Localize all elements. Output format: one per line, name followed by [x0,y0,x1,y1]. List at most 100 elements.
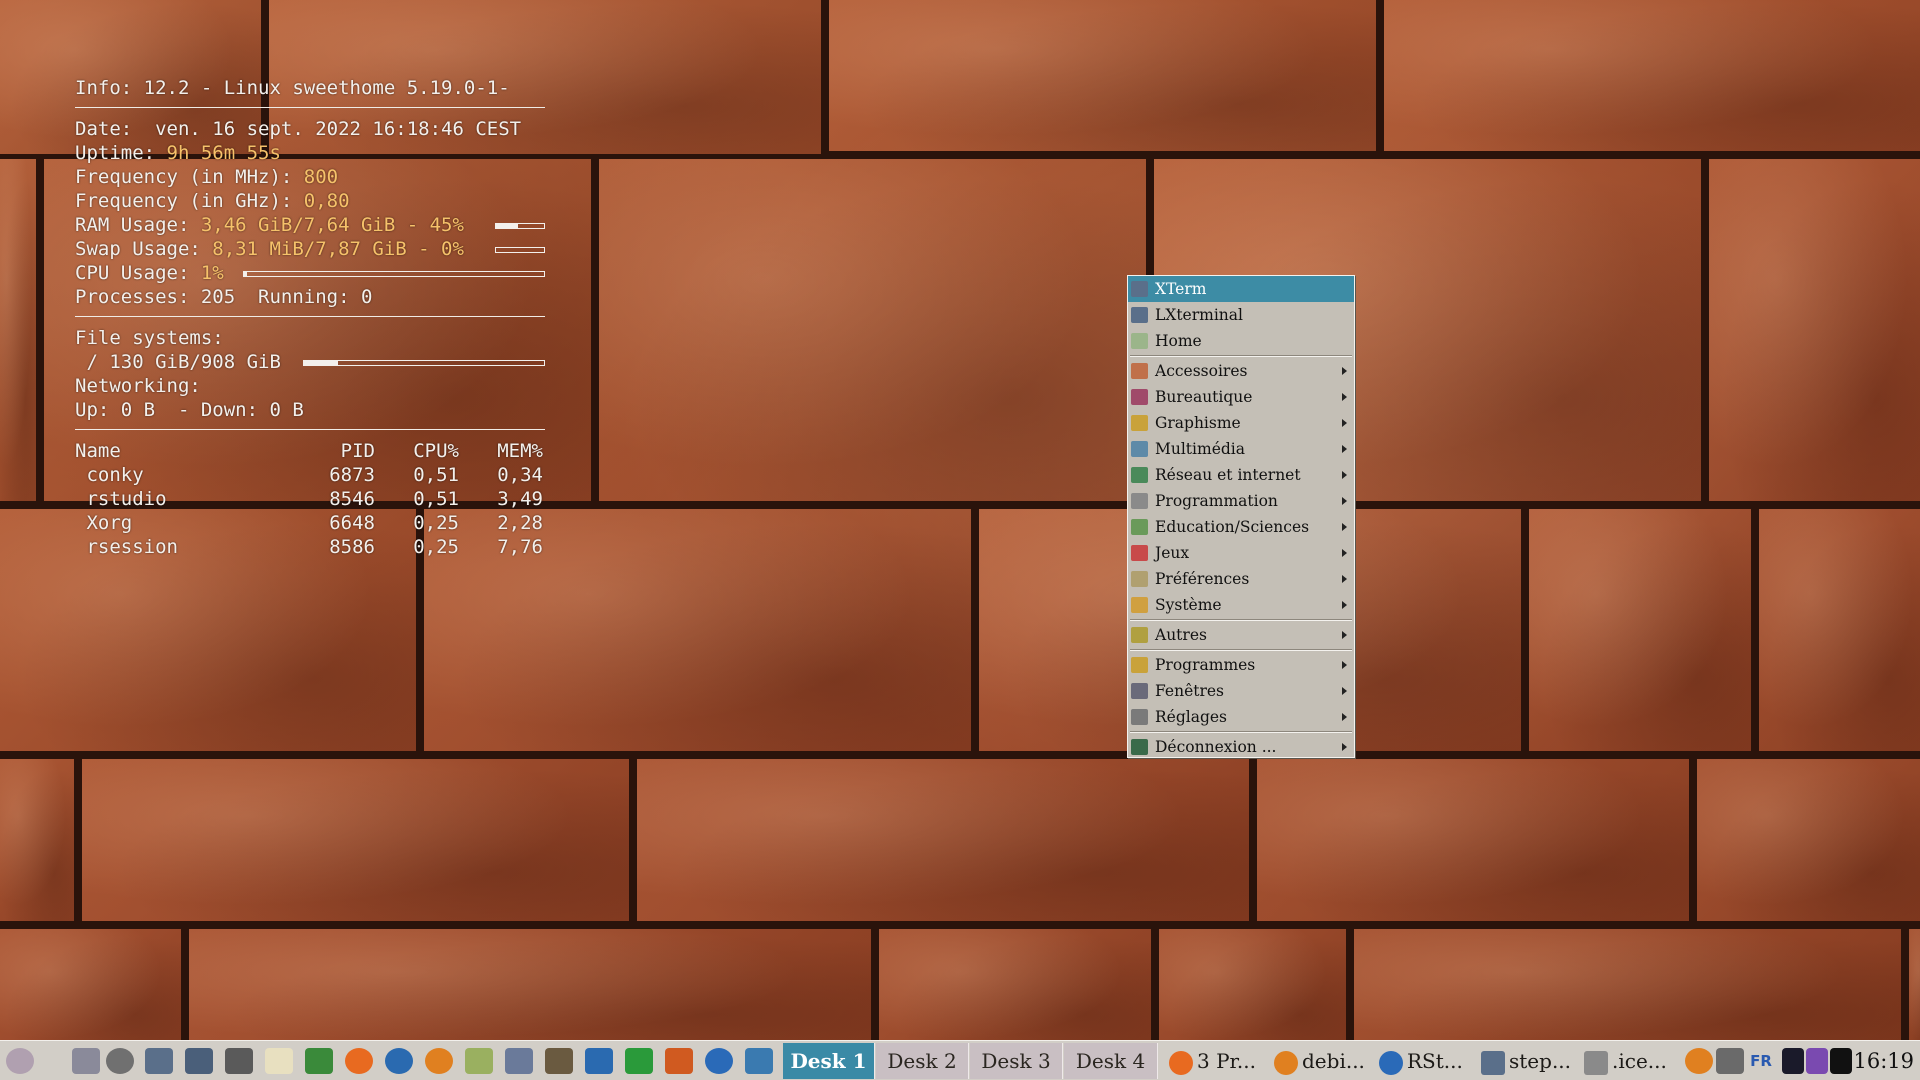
home-folder-icon [1131,333,1148,349]
memory-monitor-icon[interactable] [1806,1048,1828,1074]
calculator-icon[interactable] [225,1048,253,1074]
terminal-icon[interactable] [185,1048,213,1074]
notes-icon[interactable] [465,1048,493,1074]
menu-item-settings[interactable]: Réglages [1128,704,1354,730]
lifesaver-icon[interactable] [1685,1048,1713,1074]
task-button[interactable]: RSt... [1373,1043,1473,1079]
task-button[interactable]: .ice... [1578,1043,1673,1079]
menu-item-others[interactable]: Autres [1128,622,1354,648]
menu-item-home-folder[interactable]: Home [1128,328,1354,354]
conky-fs-title: File systems: [75,327,224,349]
submenu-arrow-icon [1342,471,1347,479]
col-mem: MEM% [497,440,543,462]
cpu-monitor-icon[interactable] [1782,1048,1804,1074]
settings-icon [1131,709,1148,725]
menu-item-graphics[interactable]: Graphisme [1128,410,1354,436]
r-icon[interactable] [705,1048,733,1074]
menu-item-windows[interactable]: Fenêtres [1128,678,1354,704]
submenu-arrow-icon [1342,713,1347,721]
conky-net-title: Networking: [75,375,201,397]
accessories-icon [1131,363,1148,379]
gimp-icon[interactable] [545,1048,573,1074]
process-table-header: Name PID CPU% MEM% [75,439,545,463]
text-editor-icon[interactable] [265,1048,293,1074]
menu-item-globe[interactable]: Réseau et internet [1128,462,1354,488]
task-label: debi... [1302,1049,1365,1073]
start-menu-icon[interactable] [6,1048,34,1074]
proc-cpu: 0,51 [413,488,459,510]
process-row: rstudio 8546 0,51 3,49 [75,487,545,511]
menu-separator [1130,731,1352,733]
fs-root-value: / 130 GiB/908 GiB [75,351,281,373]
conky-fs-root: / 130 GiB/908 GiB [75,350,545,374]
keyboard-layout-icon[interactable]: FR [1748,1048,1774,1074]
menu-item-office[interactable]: Bureautique [1128,384,1354,410]
menu-item-label: Education/Sciences [1155,518,1310,536]
task-button[interactable]: step... [1475,1043,1576,1079]
menu-item-multimedia[interactable]: Multimédia [1128,436,1354,462]
start-menu: XTerm LXterminal Home Accessoires Bureautiqu… [1127,275,1355,758]
network-monitor-icon[interactable] [1830,1048,1852,1074]
uptime-label: Uptime: [75,142,167,164]
others-icon [1131,627,1148,643]
show-desktop-icon[interactable] [44,1048,60,1074]
submenu-arrow-icon [1342,393,1347,401]
menu-item-label: LXterminal [1155,306,1243,324]
programs-icon [1131,657,1148,673]
window-list-icon[interactable] [72,1048,100,1074]
screenshot-icon[interactable] [505,1048,533,1074]
thunderbird-icon[interactable] [385,1048,413,1074]
menu-item-games[interactable]: Jeux [1128,540,1354,566]
menu-item-terminal[interactable]: XTerm [1128,276,1354,302]
globe-icon [1131,467,1148,483]
conky-info: Info: 12.2 - Linux sweethome 5.19.0-1- [75,77,510,99]
divider [75,316,545,317]
submenu-arrow-icon [1342,445,1347,453]
submenu-arrow-icon [1342,661,1347,669]
menu-item-logout[interactable]: Déconnexion ... [1128,734,1354,760]
gear-icon[interactable] [106,1048,134,1074]
ram-usage-bar [495,223,545,229]
menu-item-label: Programmes [1155,656,1256,674]
conky-processes: Processes: 205 Running: 0 [75,286,373,308]
workspace-button[interactable]: Desk 3 [970,1043,1063,1079]
taskbar: Desk 1 Desk 2 Desk 3 Desk 4 3 Pr... debi... R… [0,1040,1920,1080]
workspace-button[interactable]: Desk 4 [1064,1043,1158,1079]
terminal-icon[interactable] [145,1048,173,1074]
process-row: Xorg 6648 0,25 2,28 [75,511,545,535]
clock[interactable]: 16:19 [1853,1043,1914,1079]
cpu-value: 1% [200,262,224,284]
freq-ghz-label: Frequency (in GHz): [75,190,304,212]
calc-icon[interactable] [625,1048,653,1074]
conky-uptime: Uptime: 9h 56m 55s [75,141,545,165]
submenu-arrow-icon [1342,601,1347,609]
menu-item-education[interactable]: Education/Sciences [1128,514,1354,540]
submenu-arrow-icon [1342,549,1347,557]
menu-item-preferences[interactable]: Préférences [1128,566,1354,592]
lifesaver-icon [1274,1050,1298,1075]
menu-item-label: Déconnexion ... [1155,738,1277,756]
writer-icon[interactable] [585,1048,613,1074]
volume-icon[interactable] [1716,1048,1744,1074]
proc-mem: 3,49 [497,488,543,510]
firefox-icon[interactable] [345,1048,373,1074]
submenu-arrow-icon [1342,523,1347,531]
menu-item-programming[interactable]: Programmation [1128,488,1354,514]
menu-item-accessories[interactable]: Accessoires [1128,358,1354,384]
menu-item-label: Fenêtres [1155,682,1225,700]
menu-item-terminal[interactable]: LXterminal [1128,302,1354,328]
lifesaver-icon[interactable] [425,1048,453,1074]
menu-item-system[interactable]: Système [1128,592,1354,618]
gvim-icon[interactable] [305,1048,333,1074]
cpu-usage-bar [243,271,545,277]
menu-item-label: Réglages [1155,708,1228,726]
python-icon[interactable] [745,1048,773,1074]
proc-name: rsession [75,536,178,558]
workspace-button[interactable]: Desk 2 [876,1043,969,1079]
task-button[interactable]: 3 Pr... [1163,1043,1266,1079]
menu-item-label: Home [1155,332,1202,350]
menu-item-programs[interactable]: Programmes [1128,652,1354,678]
task-button[interactable]: debi... [1268,1043,1371,1079]
workspace-button[interactable]: Desk 1 [783,1043,875,1079]
impress-icon[interactable] [665,1048,693,1074]
